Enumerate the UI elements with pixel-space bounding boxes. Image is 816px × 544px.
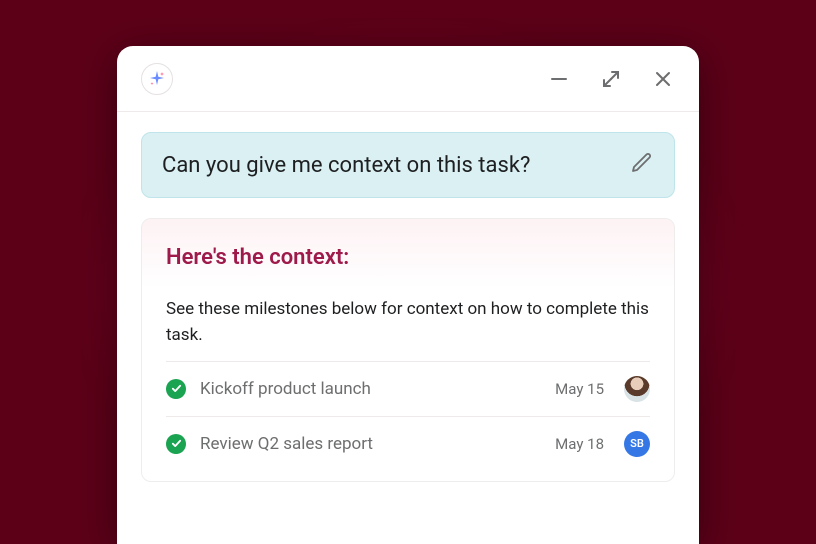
edit-prompt-button[interactable]: [630, 151, 654, 179]
close-button[interactable]: [651, 67, 675, 91]
check-icon: [166, 434, 186, 454]
check-icon: [166, 379, 186, 399]
assignee-avatar[interactable]: [624, 376, 650, 402]
expand-button[interactable]: [599, 67, 623, 91]
panel-body: Can you give me context on this task? He…: [117, 112, 699, 544]
prompt-text: Can you give me context on this task?: [162, 153, 530, 178]
response-card: Here's the context: See these milestones…: [141, 218, 675, 482]
response-body: See these milestones below for context o…: [142, 288, 674, 481]
prompt-box: Can you give me context on this task?: [141, 132, 675, 198]
window-controls: [547, 67, 675, 91]
milestone-date: May 15: [555, 380, 604, 398]
milestone-list: Kickoff product launch May 15 Review Q2 …: [166, 361, 650, 471]
milestone-title: Review Q2 sales report: [200, 434, 541, 454]
milestone-date: May 18: [555, 435, 604, 453]
minimize-button[interactable]: [547, 67, 571, 91]
ai-assistant-panel: Can you give me context on this task? He…: [117, 46, 699, 544]
response-header: Here's the context:: [142, 219, 674, 288]
assignee-avatar[interactable]: SB: [624, 431, 650, 457]
milestone-title: Kickoff product launch: [200, 379, 541, 399]
response-title: Here's the context:: [166, 245, 650, 270]
response-description: See these milestones below for context o…: [166, 296, 650, 361]
milestone-item[interactable]: Review Q2 sales report May 18 SB: [166, 416, 650, 471]
titlebar: [117, 46, 699, 112]
milestone-item[interactable]: Kickoff product launch May 15: [166, 361, 650, 416]
ai-badge: [141, 63, 173, 95]
sparkle-icon: [148, 70, 166, 88]
